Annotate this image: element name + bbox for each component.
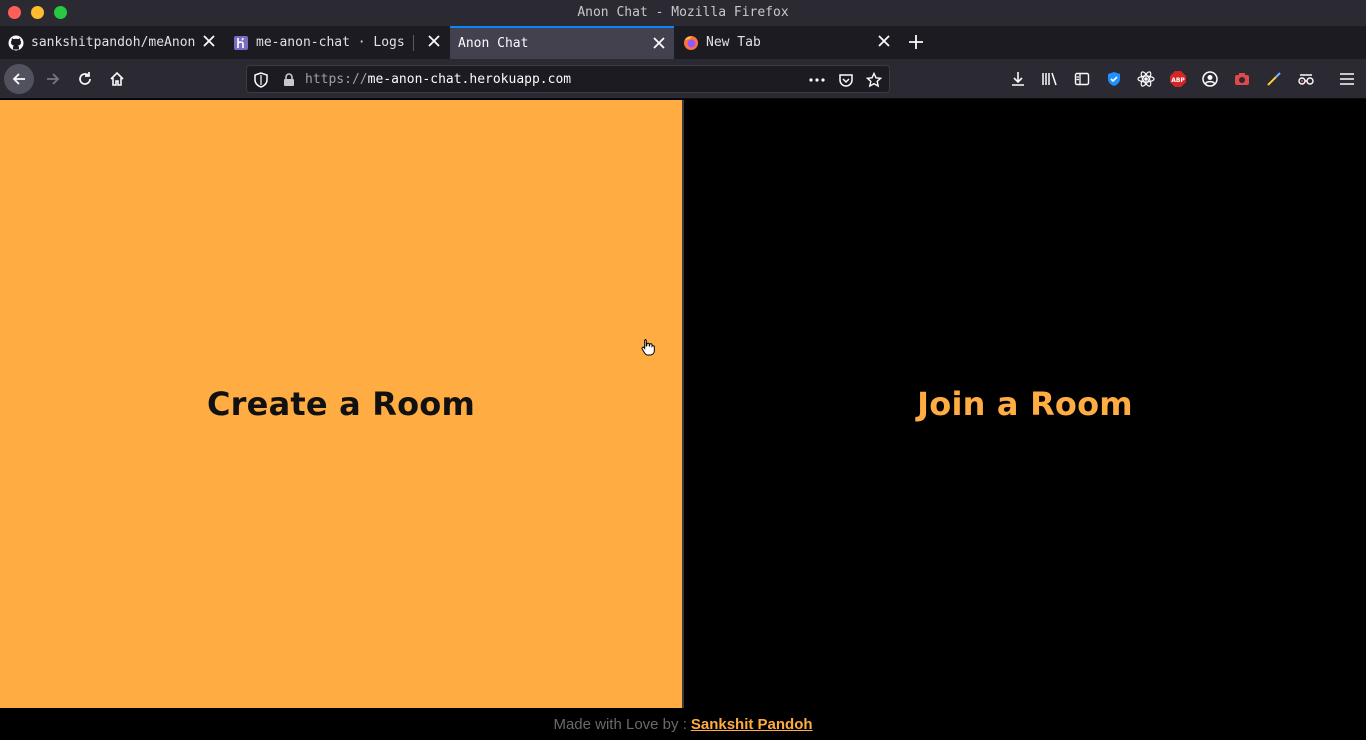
react-devtools-icon[interactable] (1136, 69, 1156, 89)
plus-icon (909, 35, 923, 49)
reload-icon (79, 72, 91, 85)
page-content: Create a Room Join a Room Made with Love… (0, 100, 1366, 740)
reload-button[interactable] (70, 64, 100, 94)
create-room-panel[interactable]: Create a Room (0, 100, 682, 708)
eyedropper-icon[interactable] (1264, 69, 1284, 89)
create-room-label: Create a Room (207, 385, 475, 423)
url-text: https://me-anon-chat.herokuapp.com (305, 72, 571, 87)
home-button[interactable] (102, 64, 132, 94)
lock-icon[interactable] (281, 72, 297, 88)
back-button[interactable] (4, 64, 34, 94)
tab-heroku-logs[interactable]: me-anon-chat · Logs (225, 26, 449, 59)
hamburger-menu-icon[interactable] (1337, 69, 1357, 89)
tab-label: me-anon-chat · Logs (256, 35, 405, 50)
tab-new-tab[interactable]: New Tab (675, 26, 899, 59)
join-room-label: Join a Room (917, 385, 1133, 423)
screenshot-icon[interactable] (1232, 69, 1252, 89)
pocket-icon[interactable] (838, 72, 854, 88)
tab-label: New Tab (706, 35, 761, 50)
shield-icon[interactable] (253, 72, 269, 88)
tab-github[interactable]: sankshitpandoh/meAnonC (0, 26, 224, 59)
firefox-icon (683, 35, 699, 51)
github-icon (8, 35, 24, 51)
url-scheme: https:// (305, 72, 368, 87)
account-icon[interactable] (1200, 69, 1220, 89)
join-room-panel[interactable]: Join a Room (684, 100, 1366, 708)
library-icon[interactable] (1040, 69, 1060, 89)
downloads-icon[interactable] (1008, 69, 1028, 89)
privacy-shield-icon[interactable] (1104, 69, 1124, 89)
svg-text:ABP: ABP (1171, 77, 1185, 84)
new-tab-button[interactable] (905, 31, 927, 53)
home-icon (110, 71, 124, 86)
url-bar[interactable]: https://me-anon-chat.herokuapp.com (246, 65, 890, 93)
sidebar-icon[interactable] (1072, 69, 1092, 89)
url-host: me-anon-chat.herokuapp.com (367, 72, 572, 87)
extension-glasses-icon[interactable] (1296, 69, 1316, 89)
arrow-right-icon (47, 73, 60, 85)
footer: Made with Love by : Sankshit Pandoh (0, 708, 1366, 740)
window-titlebar: Anon Chat - Mozilla Firefox (0, 0, 1366, 26)
close-icon[interactable] (652, 36, 666, 50)
hand-cursor-icon (641, 339, 655, 356)
bookmark-star-icon[interactable] (866, 72, 882, 88)
nav-toolbar: https://me-anon-chat.herokuapp.com ABP (0, 59, 1366, 99)
footer-text: Made with Love by : (553, 715, 687, 733)
arrow-left-icon (12, 73, 25, 85)
tab-label: Anon Chat (458, 36, 529, 51)
forward-button[interactable] (38, 64, 68, 94)
close-icon[interactable] (427, 34, 441, 48)
adblock-icon[interactable]: ABP (1168, 69, 1188, 89)
window-title: Anon Chat - Mozilla Firefox (577, 5, 789, 20)
tab-strip: sankshitpandoh/meAnonC me-anon-chat · Lo… (0, 26, 1366, 59)
more-actions-icon[interactable] (809, 72, 825, 88)
footer-author-link[interactable]: Sankshit Pandoh (691, 716, 813, 733)
tab-anon-chat[interactable]: Anon Chat (450, 26, 674, 59)
close-icon[interactable] (202, 34, 216, 48)
tab-label: sankshitpandoh/meAnonC (31, 35, 195, 50)
heroku-icon (233, 35, 249, 51)
tab-separator (413, 35, 414, 51)
close-icon[interactable] (877, 34, 891, 48)
